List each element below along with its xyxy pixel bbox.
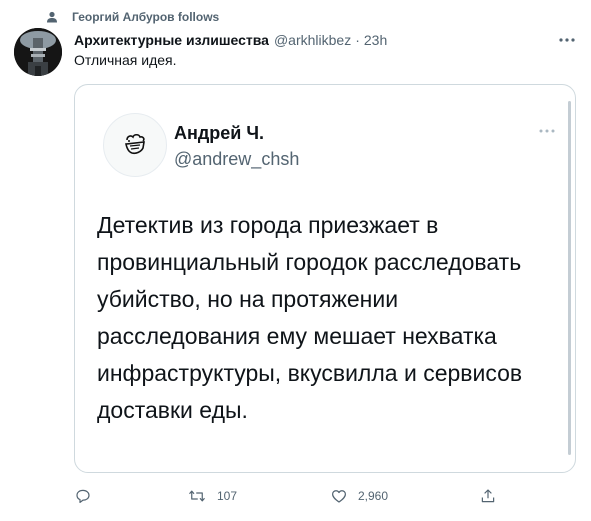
tweet-timestamp[interactable]: 23h — [364, 32, 387, 48]
person-icon — [47, 11, 57, 23]
like-button[interactable]: 2,960 — [330, 484, 388, 508]
quoted-more-button[interactable] — [535, 121, 559, 141]
tweet-author-name[interactable]: Архитектурные излишества — [74, 32, 269, 48]
social-context[interactable]: Георгий Албуров follows — [46, 8, 219, 26]
quoted-tweet-text: Детектив из города приезжает в провинциа… — [97, 212, 523, 423]
share-button[interactable] — [479, 484, 497, 508]
heart-icon — [332, 490, 346, 503]
quoted-avatar-icon — [125, 133, 145, 155]
more-icon — [539, 129, 555, 133]
reply-button[interactable] — [74, 484, 102, 508]
separator-dot: · — [355, 32, 360, 48]
more-icon — [559, 38, 575, 42]
avatar-image — [14, 28, 62, 76]
quoted-avatar[interactable] — [103, 113, 167, 177]
quoted-author-name[interactable]: Андрей Ч. — [174, 123, 264, 144]
avatar[interactable] — [14, 28, 62, 76]
tweet-actions: 107 2,960 — [0, 484, 591, 508]
tweet-header: Архитектурные излишества @arkhlikbez · 2… — [74, 30, 575, 50]
like-count: 2,960 — [358, 489, 389, 503]
share-icon — [481, 489, 495, 503]
reply-icon — [76, 489, 90, 503]
tweet-text: Отличная идея. — [74, 52, 177, 68]
retweet-button[interactable]: 107 — [187, 484, 237, 508]
more-button[interactable] — [557, 30, 577, 50]
tweet-author-handle[interactable]: @arkhlikbez — [274, 32, 351, 48]
scrollbar[interactable] — [568, 101, 571, 455]
quoted-tweet[interactable]: Андрей Ч. @andrew_chsh Детектив из город… — [74, 84, 576, 473]
social-context-text: Георгий Албуров follows — [72, 10, 220, 24]
quoted-author-handle[interactable]: @andrew_chsh — [174, 149, 299, 170]
retweet-icon — [189, 490, 205, 502]
retweet-count: 107 — [217, 489, 238, 503]
